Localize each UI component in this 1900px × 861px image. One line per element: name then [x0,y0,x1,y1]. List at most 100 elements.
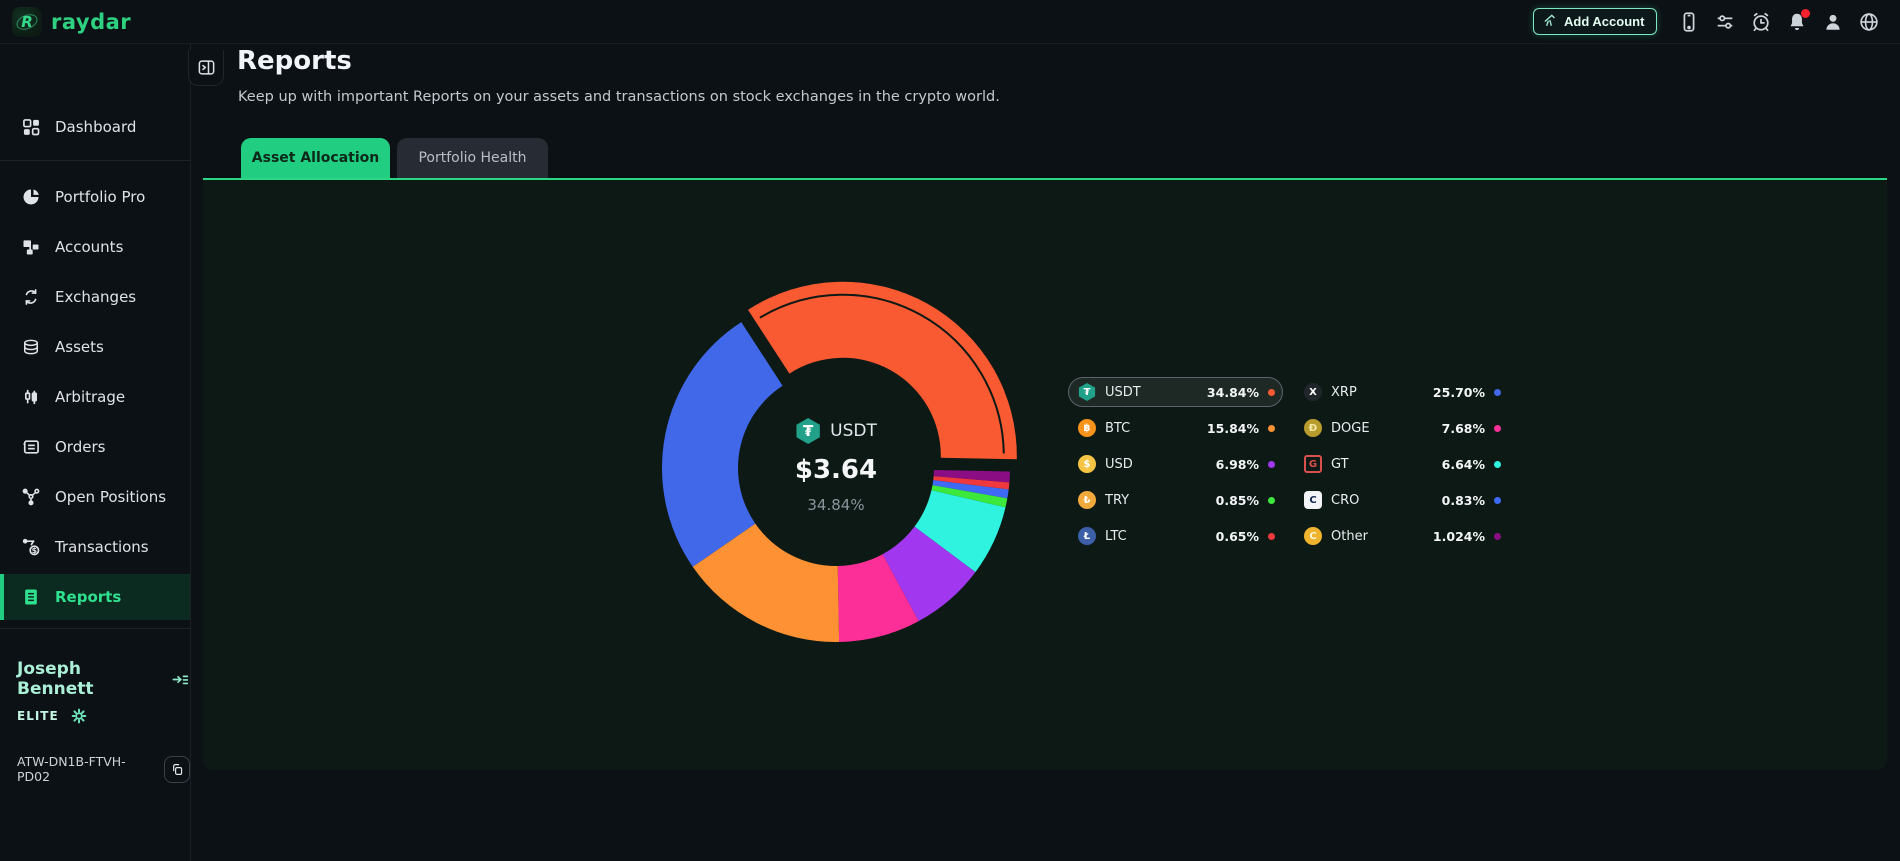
legend-asset-name: XRP [1331,384,1357,400]
user-block: Joseph Bennett ELITE ATW-DN1B-FTVH-PD02 [0,629,190,784]
tab-portfolio-health[interactable]: Portfolio Health [397,138,548,178]
add-account-button[interactable]: Add Account [1533,8,1658,35]
report-icon [21,587,41,607]
mobile-icon[interactable] [1678,11,1700,33]
orders-icon [21,437,41,457]
legend-row-xrp[interactable]: X XRP 25.70% [1294,377,1509,407]
legend-asset-name: USDT [1105,384,1141,400]
donut-center-value: $3.64 [794,455,878,485]
globe-icon[interactable] [1858,11,1880,33]
ltc-coin-icon: Ł [1078,527,1096,545]
sidebar-item-label: Dashboard [55,118,137,136]
bell-icon[interactable] [1786,9,1810,33]
sidebar-item-label: Orders [55,438,106,456]
legend-asset-percent: 15.84% [1206,420,1259,436]
sidebar-item-assets[interactable]: Assets [0,324,190,370]
donut-center-symbol: USDT [830,421,877,441]
page-title: Reports [237,46,352,76]
legend-color-dot [1494,424,1501,432]
legend-row-usdt[interactable]: ₮ USDT 34.84% [1068,377,1283,407]
sliders-icon[interactable] [1714,11,1736,33]
user-name-row: Joseph Bennett [17,659,190,699]
chart-legend: ₮ USDT 34.84% ฿ BTC 15.84% $ USD 6.98% ₺ TRY 0.85% Ł… [1068,377,1509,551]
legend-row-btc[interactable]: ฿ BTC 15.84% [1068,413,1283,443]
sidebar-item-accounts[interactable]: Accounts [0,224,190,270]
copy-button[interactable] [164,755,190,783]
legend-asset-name: Other [1331,528,1368,544]
logout-arrow-icon[interactable] [171,670,190,689]
brand-logo[interactable]: R [12,7,42,37]
legend-color-dot [1494,532,1501,540]
coins-icon [21,337,41,357]
legend-color-dot [1268,388,1275,396]
legend-color-dot [1268,532,1275,540]
legend-column: ₮ USDT 34.84% ฿ BTC 15.84% $ USD 6.98% ₺ TRY 0.85% Ł… [1068,377,1283,551]
try-coin-icon: ₺ [1078,491,1096,509]
tier-badge: ELITE [17,709,59,723]
transactions-icon: $ [21,537,41,557]
legend-row-doge[interactable]: Đ DOGE 7.68% [1294,413,1509,443]
btc-coin-icon: ฿ [1078,419,1096,437]
legend-asset-name: GT [1331,456,1349,472]
legend-row-gt[interactable]: G GT 6.64% [1294,449,1509,479]
other-coin-icon: C [1304,527,1322,545]
user-icon[interactable] [1822,11,1844,33]
sidebar-item-label: Open Positions [55,488,167,506]
svg-text:$: $ [32,546,38,555]
sidebar-nav: Dashboard Portfolio Pro Accounts Exchanges A… [0,44,190,629]
legend-row-try[interactable]: ₺ TRY 0.85% [1068,485,1283,515]
tab-asset-allocation[interactable]: Asset Allocation [241,138,390,178]
legend-color-dot [1494,460,1501,468]
legend-row-other[interactable]: C Other 1.024% [1294,521,1509,551]
legend-row-usd[interactable]: $ USD 6.98% [1068,449,1283,479]
legend-column: X XRP 25.70% Đ DOGE 7.68% G GT 6.64% C CRO 0.83% C Ot… [1294,377,1509,551]
sidebar-item-open-positions[interactable]: Open Positions [0,474,190,520]
usdt-coin-icon: ₮ [796,418,820,444]
legend-asset-percent: 25.70% [1432,384,1485,400]
add-account-label: Add Account [1564,14,1645,29]
sidebar-item-label: Portfolio Pro [55,188,146,206]
account-code: ATW-DN1B-FTVH-PD02 [17,754,126,784]
sidebar-item-transactions[interactable]: $ Transactions [0,524,190,570]
donut-center-symbol-row: ₮ USDT [736,418,936,444]
sidebar-collapse-button[interactable] [188,50,224,86]
doge-coin-icon: Đ [1304,419,1322,437]
legend-asset-name: USD [1105,456,1133,472]
sidebar-item-label: Transactions [55,538,149,556]
sidebar-item-label: Assets [55,338,104,356]
legend-asset-name: DOGE [1331,420,1370,436]
sidebar-item-arbitrage[interactable]: Arbitrage [0,374,190,420]
user-name: Joseph Bennett [17,659,94,699]
brand-wordmark: raydar [51,10,132,34]
telescope-icon [1543,13,1557,30]
alarm-icon[interactable] [1750,11,1772,33]
sidebar-item-orders[interactable]: Orders [0,424,190,470]
notification-badge [1801,9,1810,18]
legend-color-dot [1268,424,1275,432]
donut-center: ₮ USDT $3.64 34.84% [736,418,936,514]
logo-orbit-ring [14,11,40,33]
sidebar-item-label: Accounts [55,238,124,256]
legend-asset-name: LTC [1105,528,1127,544]
legend-asset-percent: 0.85% [1215,492,1259,508]
gt-coin-icon: G [1304,455,1322,473]
legend-color-dot [1268,496,1275,504]
sidebar-item-exchanges[interactable]: Exchanges [0,274,190,320]
legend-asset-name: CRO [1331,492,1360,508]
sidebar-item-label: Exchanges [55,288,137,306]
legend-asset-percent: 0.65% [1215,528,1259,544]
sidebar-item-dashboard[interactable]: Dashboard [0,104,190,150]
sidebar-divider [0,160,190,161]
accounts-icon [21,237,41,257]
usdt-coin-icon: ₮ [1078,383,1096,401]
legend-asset-name: TRY [1105,492,1130,508]
sidebar-item-label: Reports [55,588,122,606]
legend-row-cro[interactable]: C CRO 0.83% [1294,485,1509,515]
gear-icon[interactable] [71,708,87,724]
page-subtitle: Keep up with important Reports on your a… [238,89,1000,105]
legend-row-ltc[interactable]: Ł LTC 0.65% [1068,521,1283,551]
usd-coin-icon: $ [1078,455,1096,473]
sidebar-item-portfolio-pro[interactable]: Portfolio Pro [0,174,190,220]
legend-asset-percent: 34.84% [1206,384,1259,400]
sidebar-item-reports[interactable]: Reports [0,574,190,620]
